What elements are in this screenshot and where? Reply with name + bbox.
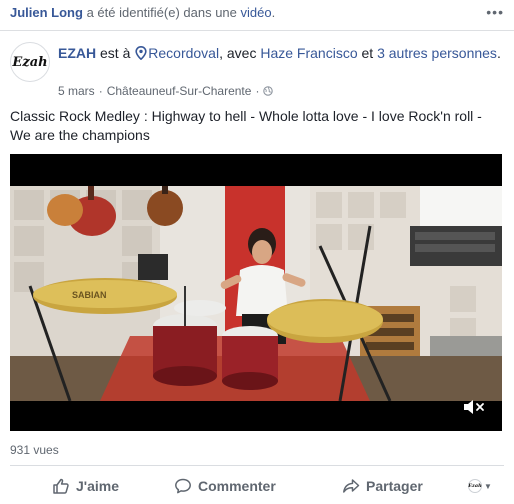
header-divider <box>0 30 514 31</box>
mini-avatar: Ezah <box>468 479 482 493</box>
post-as-selector[interactable]: Ezah ▼ <box>468 472 492 500</box>
post-header: EZAH est à Recordoval, avec Haze Francis… <box>58 44 504 63</box>
post-location[interactable]: Châteauneuf-Sur-Charente <box>107 84 252 98</box>
and-text: et <box>357 45 378 61</box>
drummer-scene-image: SABIAN <box>10 186 502 401</box>
like-button[interactable]: J'aime <box>52 472 119 500</box>
video-player[interactable]: SABIAN <box>10 154 502 431</box>
more-options-icon[interactable]: ••• <box>486 5 504 19</box>
comment-button[interactable]: Commenter <box>174 472 276 500</box>
chevron-down-icon: ▼ <box>484 481 492 491</box>
share-arrow-icon <box>343 479 360 493</box>
author-avatar[interactable]: Ezah <box>10 42 50 82</box>
author-name-link[interactable]: EZAH <box>58 45 96 61</box>
others-link[interactable]: 3 autres personnes <box>377 45 497 61</box>
at-text: est à <box>96 45 135 61</box>
location-pin-icon <box>135 46 147 60</box>
place-link[interactable]: Recordoval <box>148 45 219 61</box>
friend-link[interactable]: Haze Francisco <box>260 45 357 61</box>
tagged-user-link[interactable]: Julien Long <box>10 5 83 20</box>
share-label: Partager <box>366 478 423 494</box>
meta-separator: · <box>98 84 103 98</box>
speech-bubble-icon <box>175 478 191 494</box>
post-description: Classic Rock Medley : Highway to hell - … <box>10 108 482 143</box>
video-frame: SABIAN <box>10 186 502 401</box>
view-count: 931 vues <box>10 443 59 457</box>
tag-notification-text: a été identifié(e) dans une <box>82 5 241 20</box>
post-actions-bar: J'aime Commenter Partager Ezah ▼ <box>10 472 504 500</box>
share-button[interactable]: Partager <box>342 472 423 500</box>
like-label: J'aime <box>76 478 120 494</box>
comment-label: Commenter <box>198 478 276 494</box>
tag-notification: Julien Long a été identifié(e) dans une … <box>10 5 504 23</box>
cymbal-logo-text: SABIAN <box>72 290 107 300</box>
globe-icon[interactable] <box>263 86 274 96</box>
post-date[interactable]: 5 mars <box>58 84 95 98</box>
muted-speaker-icon[interactable] <box>462 397 486 417</box>
thumbs-up-icon <box>53 478 69 494</box>
header-end: . <box>496 45 501 61</box>
video-link[interactable]: vidéo <box>241 5 272 20</box>
tag-notification-period: . <box>271 5 276 20</box>
post-meta: 5 mars · Châteauneuf-Sur-Charente · <box>58 84 274 98</box>
actions-divider <box>10 465 504 466</box>
with-text: , avec <box>219 45 261 61</box>
avatar-logo-text: Ezah <box>12 54 48 70</box>
meta-separator-2: · <box>255 84 260 98</box>
